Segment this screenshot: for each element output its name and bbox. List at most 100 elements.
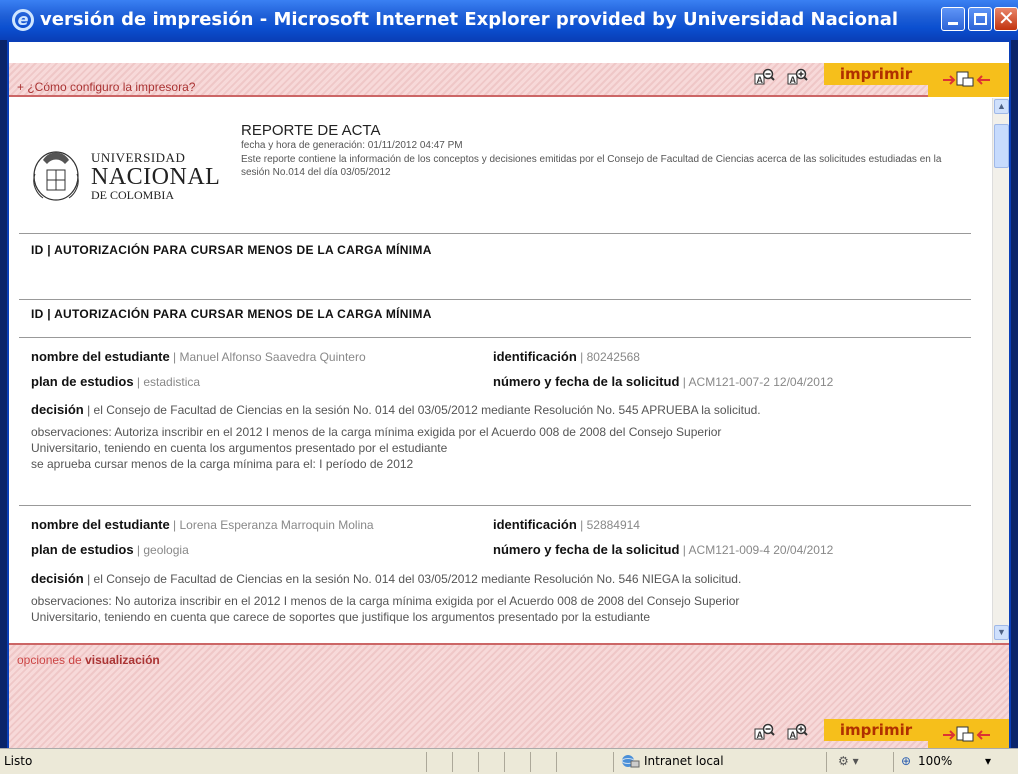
status-separator [426, 752, 427, 772]
observation-line: Universitario, teniendo en cuenta los ar… [31, 441, 448, 455]
request-field: número y fecha de la solicitud | ACM121-… [493, 542, 833, 557]
logo-line-2: NACIONAL [91, 164, 221, 190]
student-name-label: nombre del estudiante [31, 349, 170, 364]
student-name-field: nombre del estudiante | Manuel Alfonso S… [31, 349, 366, 364]
close-icon: ✕ [998, 6, 1015, 30]
top-white-strip [9, 42, 1009, 63]
observations: observaciones: Autoriza inscribir en el … [31, 424, 931, 472]
decision-value: | el Consejo de Facultad de Ciencias en … [87, 572, 742, 586]
student-name-value: | Lorena Esperanza Marroquin Molina [173, 518, 374, 532]
report-title: REPORTE DE ACTA [241, 122, 381, 139]
zoom-in-icon[interactable]: A [787, 68, 809, 86]
student-id-value: | 52884914 [580, 518, 640, 532]
svg-text:A: A [757, 730, 764, 740]
student-id-field: identificación | 80242568 [493, 349, 640, 364]
print-button[interactable]: imprimir [824, 719, 928, 741]
svg-text:A: A [790, 75, 797, 85]
section-header: ID | AUTORIZACIÓN PARA CURSAR MENOS DE L… [31, 243, 432, 257]
section-header: ID | AUTORIZACIÓN PARA CURSAR MENOS DE L… [31, 307, 432, 321]
student-id-field: identificación | 52884914 [493, 517, 640, 532]
student-id-label: identificación [493, 349, 577, 364]
logo-wordmark: UNIVERSIDAD NACIONAL DE COLOMBIA [91, 150, 220, 203]
student-name-value: | Manuel Alfonso Saavedra Quintero [173, 350, 366, 364]
status-text: Listo [4, 754, 33, 768]
window-title: versión de impresión - Microsoft Interne… [40, 9, 899, 30]
scroll-up-icon[interactable]: ▲ [994, 99, 1009, 114]
student-name-field: nombre del estudiante | Lorena Esperanza… [31, 517, 374, 532]
zoom-out-icon[interactable]: A [754, 68, 776, 86]
divider [19, 233, 971, 234]
print-arrow-icon [942, 724, 994, 748]
title-bar[interactable]: e versión de impresión - Microsoft Inter… [0, 0, 1018, 40]
svg-text:A: A [757, 75, 764, 85]
security-zone-label: Intranet local [644, 754, 724, 768]
zoom-dropdown-icon[interactable]: ▾ [985, 754, 991, 768]
study-plan-field: plan de estudios | estadistica [31, 374, 200, 389]
observation-line: observaciones: Autoriza inscribir en el … [31, 425, 722, 439]
zoom-in-icon[interactable]: A [787, 723, 809, 741]
status-separator [530, 752, 531, 772]
intranet-zone-icon [620, 753, 640, 772]
maximize-button[interactable] [968, 7, 992, 31]
study-plan-label: plan de estudios [31, 542, 134, 557]
observation-line: Universitario, teniendo en cuenta que ca… [31, 610, 651, 624]
options-label-main: visualización [85, 653, 160, 667]
student-name-label: nombre del estudiante [31, 517, 170, 532]
decision-value: | el Consejo de Facultad de Ciencias en … [87, 403, 761, 417]
status-separator [826, 752, 827, 772]
print-button[interactable]: imprimir [824, 63, 928, 85]
observation-line: observaciones: No autoriza inscribir en … [31, 594, 740, 608]
request-value: | ACM121-009-4 20/04/2012 [682, 543, 834, 557]
divider [19, 505, 971, 506]
zoom-level[interactable]: 100% [918, 754, 952, 768]
page-frame: + ¿Cómo configuro la impresora? A A impr… [7, 40, 1011, 750]
status-separator [478, 752, 479, 772]
status-separator [893, 752, 894, 772]
status-bar: Listo Intranet local ⚙ ▾ ⊕ 100% ▾ [0, 748, 1018, 774]
minimize-icon [948, 22, 958, 25]
print-icon-button[interactable] [928, 63, 1009, 97]
print-icon-button[interactable] [928, 719, 1009, 750]
status-separator [613, 752, 614, 772]
maximize-icon [974, 13, 987, 25]
observations: observaciones: No autoriza inscribir en … [31, 593, 931, 625]
student-id-value: | 80242568 [580, 350, 640, 364]
internet-explorer-icon: e [12, 9, 34, 31]
status-separator [452, 752, 453, 772]
close-button[interactable]: ✕ [994, 6, 1018, 31]
study-plan-field: plan de estudios | geologia [31, 542, 189, 557]
divider [19, 337, 971, 338]
zoom-out-icon[interactable]: A [754, 723, 776, 741]
scroll-thumb[interactable] [994, 124, 1009, 168]
request-label: número y fecha de la solicitud [493, 374, 680, 389]
report-description: Este reporte contiene la información de … [241, 154, 942, 178]
display-options-link[interactable]: opciones de visualización [17, 653, 160, 667]
status-separator [556, 752, 557, 772]
zoom-magnifier-icon[interactable]: ⊕ [901, 754, 911, 768]
observation-line: se aprueba cursar menos de la carga míni… [31, 457, 414, 471]
divider [19, 299, 971, 300]
print-arrow-icon [942, 69, 994, 93]
decision-field: decisión | el Consejo de Facultad de Cie… [31, 571, 741, 586]
bottom-options-panel: opciones de visualización A A imprimir [9, 643, 1009, 750]
request-label: número y fecha de la solicitud [493, 542, 680, 557]
request-field: número y fecha de la solicitud | ACM121-… [493, 374, 833, 389]
report-generated-date: fecha y hora de generación: 01/11/2012 0… [241, 140, 463, 151]
study-plan-value: | estadistica [136, 375, 201, 389]
decision-label: decisión [31, 402, 84, 417]
vertical-scrollbar[interactable]: ▲ ▼ [992, 98, 1009, 643]
decision-field: decisión | el Consejo de Facultad de Cie… [31, 402, 761, 417]
scroll-down-icon[interactable]: ▼ [994, 625, 1009, 640]
svg-text:A: A [790, 730, 797, 740]
decision-label: decisión [31, 571, 84, 586]
university-seal-icon [33, 151, 79, 201]
student-id-label: identificación [493, 517, 577, 532]
options-label-prefix: opciones de [17, 653, 86, 667]
study-plan-value: | geologia [136, 543, 189, 557]
minimize-button[interactable] [941, 7, 965, 31]
protected-mode-icon[interactable]: ⚙ ▾ [838, 754, 859, 768]
report-content: UNIVERSIDAD NACIONAL DE COLOMBIA REPORTE… [9, 98, 991, 643]
browser-window: e versión de impresión - Microsoft Inter… [0, 0, 1018, 774]
study-plan-label: plan de estudios [31, 374, 134, 389]
printer-help-link[interactable]: + ¿Cómo configuro la impresora? [17, 80, 195, 94]
